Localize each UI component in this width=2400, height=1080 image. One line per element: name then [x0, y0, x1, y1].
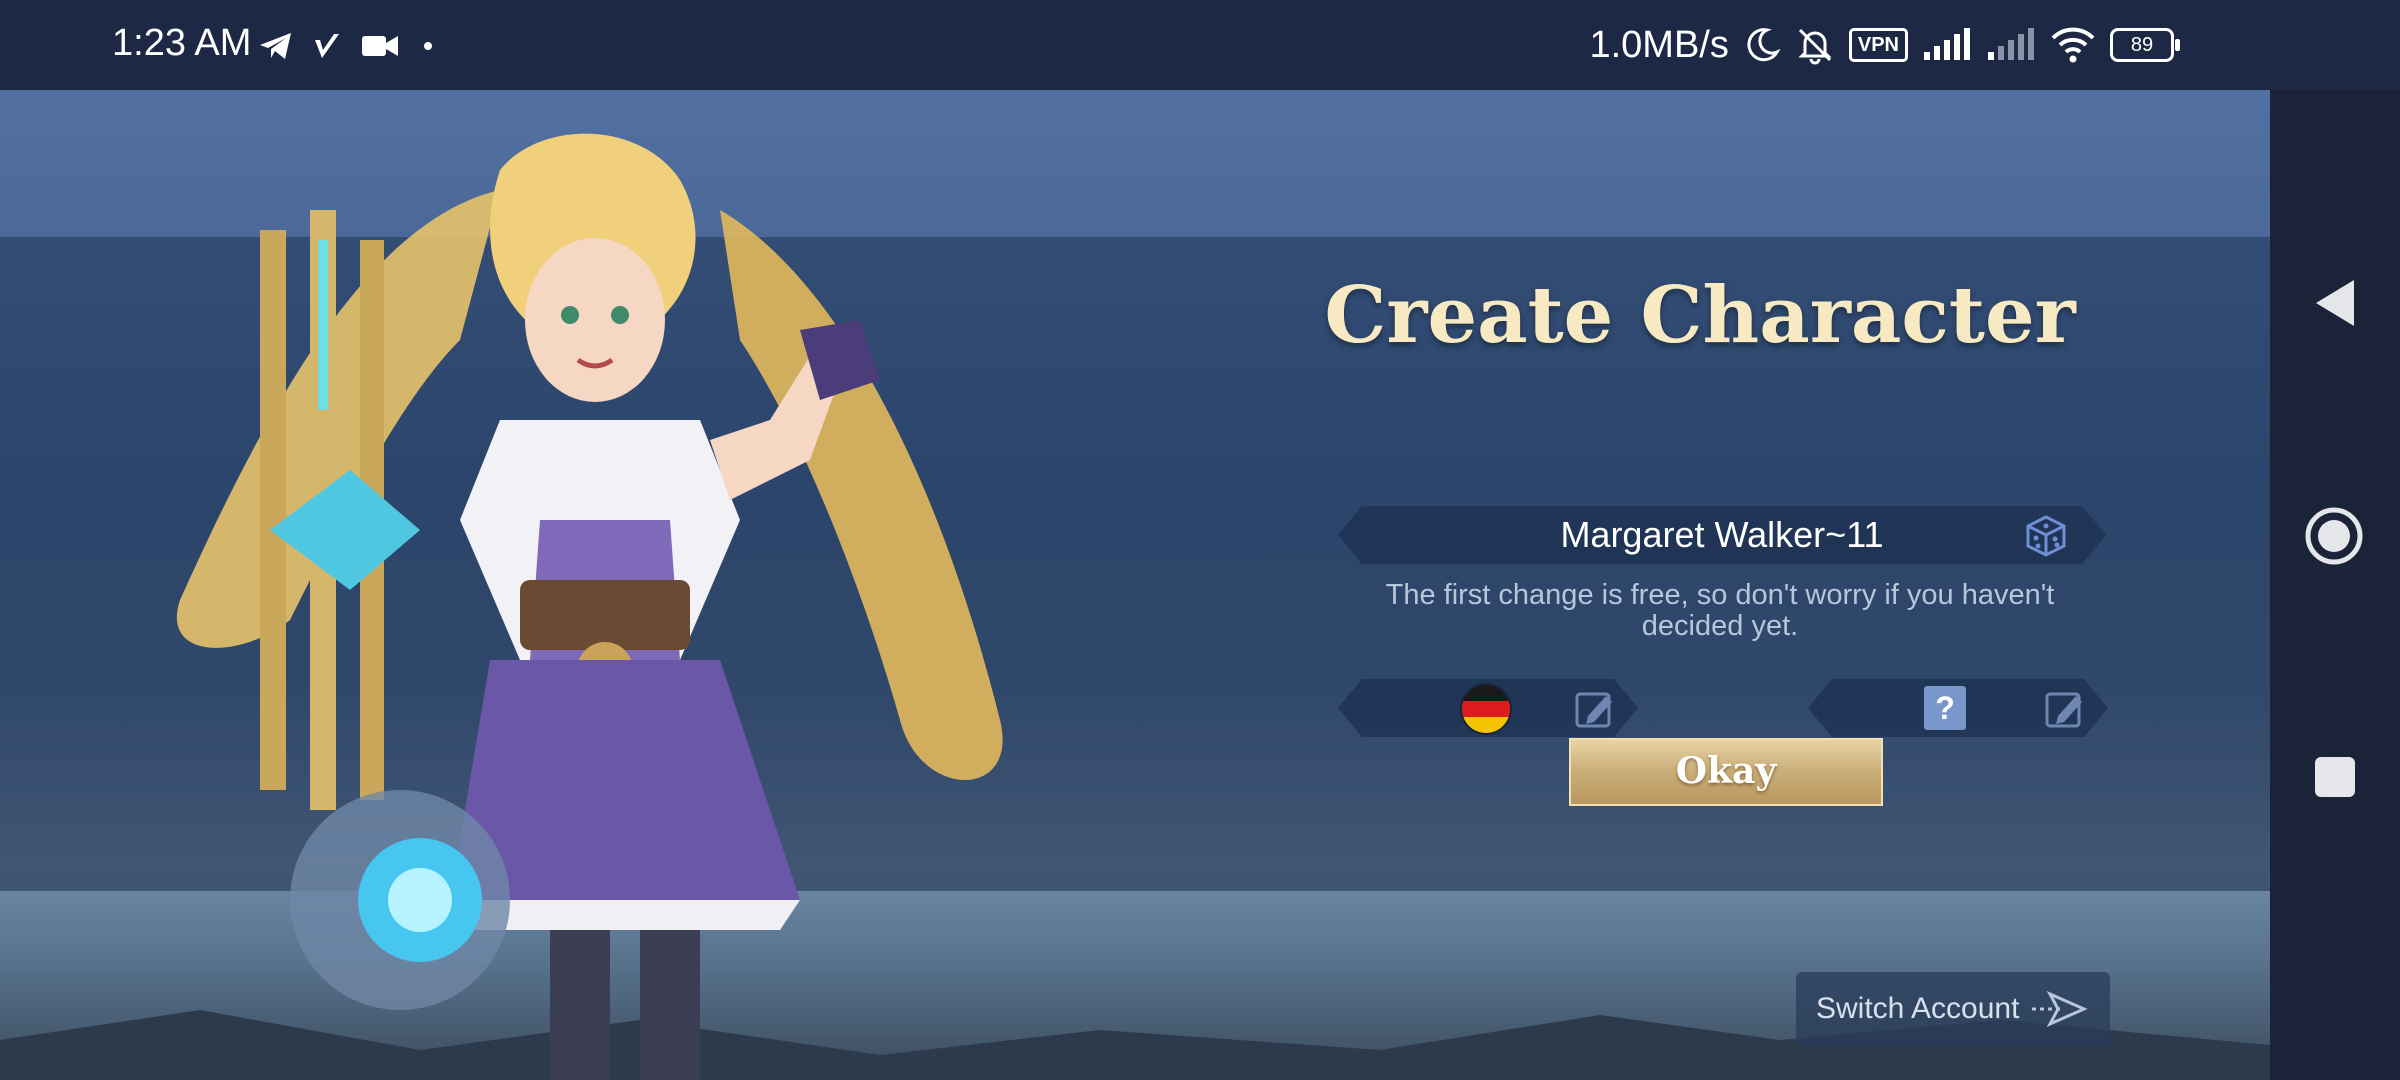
gender-selector[interactable]: ?	[1808, 679, 2108, 737]
signal-icon	[1924, 28, 1970, 60]
page-title: Create Character	[1324, 270, 2076, 361]
vpn-icon: VPN	[1848, 28, 1908, 62]
telegram-icon	[260, 33, 291, 59]
system-nav-bar	[2270, 90, 2400, 1080]
game-screen: Create Character Margaret Walker~11 The …	[0, 90, 2270, 1080]
okay-button[interactable]: Okay	[1569, 738, 1883, 806]
dot-icon	[424, 42, 432, 50]
notification-icons	[258, 26, 438, 66]
battery-icon: 89	[2110, 28, 2180, 62]
home-icon[interactable]	[2304, 506, 2364, 566]
wifi-icon	[2051, 27, 2095, 63]
germany-flag-icon	[1462, 685, 1510, 733]
recents-icon[interactable]	[2315, 757, 2355, 797]
check-feather-icon	[315, 34, 339, 58]
net-speed: 1.0MB/s	[1589, 23, 1729, 66]
switch-account-button[interactable]: Switch Account	[1796, 972, 2110, 1046]
moon-icon	[1747, 28, 1781, 62]
signal-weak-icon	[1988, 28, 2034, 60]
arrow-forward-icon	[2032, 990, 2088, 1028]
status-time: 1:23 AM	[112, 22, 252, 64]
name-value[interactable]: Margaret Walker~11	[1338, 506, 2106, 564]
battery-level: 89	[2130, 34, 2154, 56]
back-icon[interactable]	[2314, 278, 2358, 328]
bell-muted-icon	[1798, 28, 1832, 65]
switch-account-label: Switch Account	[1816, 992, 2020, 1025]
unknown-question-icon: ?	[1924, 686, 1966, 730]
region-selector[interactable]	[1338, 679, 1638, 737]
name-change-hint: The first change is free, so don't worry…	[1385, 579, 2055, 642]
video-camera-icon	[362, 36, 398, 56]
edit-region-icon[interactable]	[1574, 688, 1616, 730]
dice-icon[interactable]	[2024, 514, 2068, 558]
edit-gender-icon[interactable]	[2044, 688, 2086, 730]
name-input[interactable]: Margaret Walker~11	[1338, 506, 2106, 564]
status-bar: 1:23 AM 1.0MB/s VPN 89	[0, 0, 2400, 90]
status-right: 1.0MB/s VPN 89	[1589, 22, 2180, 68]
hero-illustration	[176, 133, 1003, 1080]
